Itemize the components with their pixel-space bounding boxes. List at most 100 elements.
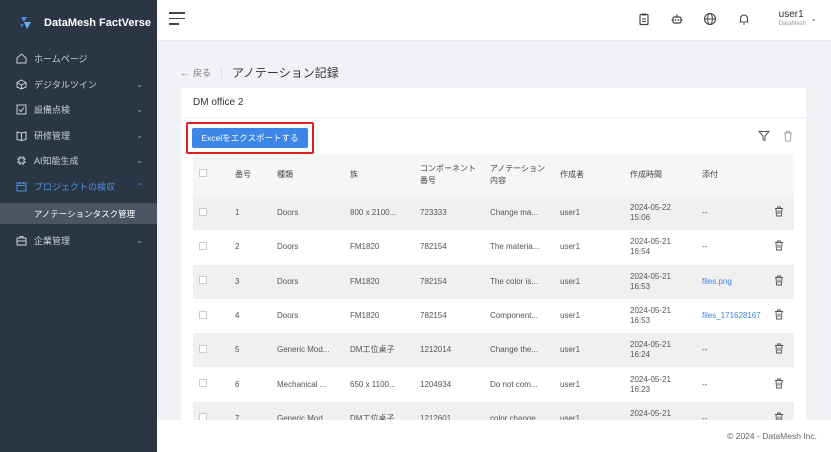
card-title: DM office 2 xyxy=(181,88,806,118)
cell-type: Doors xyxy=(271,230,344,265)
column-header: 作成時間 xyxy=(624,154,696,196)
cell-attachment: -- xyxy=(696,230,768,265)
cell-number: 6 xyxy=(229,367,271,402)
user-menu[interactable]: user1 DataMesh xyxy=(779,9,806,27)
row-checkbox[interactable] xyxy=(199,276,207,285)
cell-number: 4 xyxy=(229,298,271,334)
row-select-cell[interactable] xyxy=(193,333,229,368)
select-all-checkbox[interactable] xyxy=(199,169,207,177)
filter-icon[interactable] xyxy=(758,130,770,142)
datamesh-logo-icon xyxy=(20,17,31,29)
cell-component-number: 1212014 xyxy=(414,333,484,368)
sidebar: DataMesh FactVerse ホームページ デジタルツイン ⌄ 設備点検… xyxy=(0,0,157,452)
cell-number: 2 xyxy=(229,230,271,265)
sidebar-item-digital-twin[interactable]: デジタルツイン ⌄ xyxy=(0,72,157,98)
cell-number: 5 xyxy=(229,333,271,368)
cell-actions xyxy=(768,196,794,231)
sidebar-subitem-annotation-tasks[interactable]: アノテーションタスク管理 xyxy=(0,203,157,224)
cell-component-number: 782154 xyxy=(414,230,484,265)
menu-toggle-icon[interactable] xyxy=(169,12,185,26)
row-checkbox[interactable] xyxy=(199,310,207,319)
sidebar-item-equipment-inspection[interactable]: 設備点検 ⌄ xyxy=(0,97,157,123)
sidebar-item-enterprise[interactable]: 企業管理 ⌄ xyxy=(0,228,157,254)
cell-attachment[interactable]: files_171628167 xyxy=(696,298,768,334)
cell-number: 3 xyxy=(229,264,271,299)
created-time: 16:53 xyxy=(630,281,651,291)
table-row[interactable]: 6 Mechanical ... 650 x 1100... 1204934 Do no… xyxy=(193,367,794,402)
sidebar-item-label: デジタルツイン xyxy=(34,79,97,90)
back-button[interactable]: ← 戻る xyxy=(180,66,211,79)
attachment-link[interactable]: files.png xyxy=(702,277,732,286)
ai-icon xyxy=(16,155,27,166)
delete-row-icon[interactable] xyxy=(774,309,784,320)
sidebar-item-ai-generation[interactable]: AI知能生成 ⌄ xyxy=(0,148,157,174)
cell-annotation-content: Component... xyxy=(484,298,554,334)
cell-type: Doors xyxy=(271,264,344,299)
cell-number: 1 xyxy=(229,196,271,231)
delete-row-icon[interactable] xyxy=(774,206,784,217)
created-time: 15:06 xyxy=(630,213,651,223)
bell-icon[interactable] xyxy=(737,12,751,26)
cell-family: FM1820 xyxy=(344,264,414,299)
row-select-cell[interactable] xyxy=(193,230,229,265)
cell-attachment: -- xyxy=(696,196,768,231)
row-checkbox[interactable] xyxy=(199,379,207,388)
row-select-cell[interactable] xyxy=(193,367,229,402)
column-header: 添付 xyxy=(696,154,768,196)
top-header: user1 DataMesh ⌄ xyxy=(157,0,831,40)
table-row[interactable]: 3 Doors FM1820 782154 The color is... user1 20… xyxy=(193,264,794,299)
created-time: 16:53 xyxy=(630,316,651,326)
delete-row-icon[interactable] xyxy=(774,378,784,389)
attachment-empty: -- xyxy=(702,379,708,389)
trash-icon[interactable] xyxy=(782,130,794,142)
table-row[interactable]: 5 Generic Mod... DM工位桌子 1212014 Change the..… xyxy=(193,333,794,368)
delete-row-icon[interactable] xyxy=(774,343,784,354)
cell-attachment: -- xyxy=(696,333,768,368)
created-date: 2024-05-21 xyxy=(630,306,671,316)
cell-family: 650 x 1100... xyxy=(344,367,414,402)
delete-row-icon[interactable] xyxy=(774,240,784,251)
row-checkbox[interactable] xyxy=(199,344,207,353)
column-header: 番号 xyxy=(229,154,271,196)
table-row[interactable]: 4 Doors FM1820 782154 Component... user1 2024-… xyxy=(193,298,794,334)
user-org: DataMesh xyxy=(778,21,806,27)
sidebar-item-label: ホームページ xyxy=(34,54,88,65)
chevron-down-icon: ⌄ xyxy=(136,79,143,89)
row-select-cell[interactable] xyxy=(193,264,229,299)
cell-annotation-content: Do not com... xyxy=(484,367,554,402)
delete-row-icon[interactable] xyxy=(774,275,784,286)
row-checkbox[interactable] xyxy=(199,207,207,216)
cell-attachment[interactable]: files.png xyxy=(696,264,768,299)
row-select-cell[interactable] xyxy=(193,298,229,334)
row-select-cell[interactable] xyxy=(193,196,229,231)
home-icon xyxy=(16,53,27,64)
cell-author: user1 xyxy=(554,333,624,368)
row-checkbox[interactable] xyxy=(199,241,207,250)
created-date: 2024-05-21 xyxy=(630,340,671,350)
sidebar-item-label: 設備点検 xyxy=(34,105,71,116)
export-excel-button[interactable]: Excelをエクスポートする xyxy=(192,128,308,148)
chevron-down-icon[interactable]: ⌄ xyxy=(810,14,817,23)
globe-icon[interactable] xyxy=(703,12,717,26)
sidebar-item-training[interactable]: 研修管理 ⌄ xyxy=(0,123,157,149)
column-header: 族 xyxy=(344,154,414,196)
cell-component-number: 782154 xyxy=(414,298,484,334)
robot-icon[interactable] xyxy=(670,12,684,26)
clipboard-icon[interactable] xyxy=(637,12,651,26)
cube-icon xyxy=(16,79,27,90)
sidebar-item-home[interactable]: ホームページ xyxy=(0,46,157,72)
page-heading: ← 戻る アノテーション記録 xyxy=(180,64,339,81)
cell-attachment: -- xyxy=(696,367,768,402)
table-header-row: 番号 種類 族 コンポーネント番号 アノテーション内容 作成者 作成時間 添付 xyxy=(193,154,794,196)
sidebar-item-project-acceptance[interactable]: プロジェクトの検収 ⌃ xyxy=(0,174,157,200)
brand[interactable]: DataMesh FactVerse xyxy=(0,0,157,46)
select-all-cell[interactable] xyxy=(193,154,229,196)
created-date: 2024-05-22 xyxy=(630,203,671,213)
cell-created-time: 2024-05-21 16:53 xyxy=(624,298,696,334)
cell-actions xyxy=(768,298,794,334)
cell-annotation-content: Change the... xyxy=(484,333,554,368)
attachment-link[interactable]: files_171628167 xyxy=(702,311,761,320)
table-row[interactable]: 2 Doors FM1820 782154 The materia... user1 202… xyxy=(193,230,794,265)
attachment-empty: -- xyxy=(702,208,708,218)
table-row[interactable]: 1 Doors 800 x 2100... 723333 Change ma... use… xyxy=(193,196,794,231)
